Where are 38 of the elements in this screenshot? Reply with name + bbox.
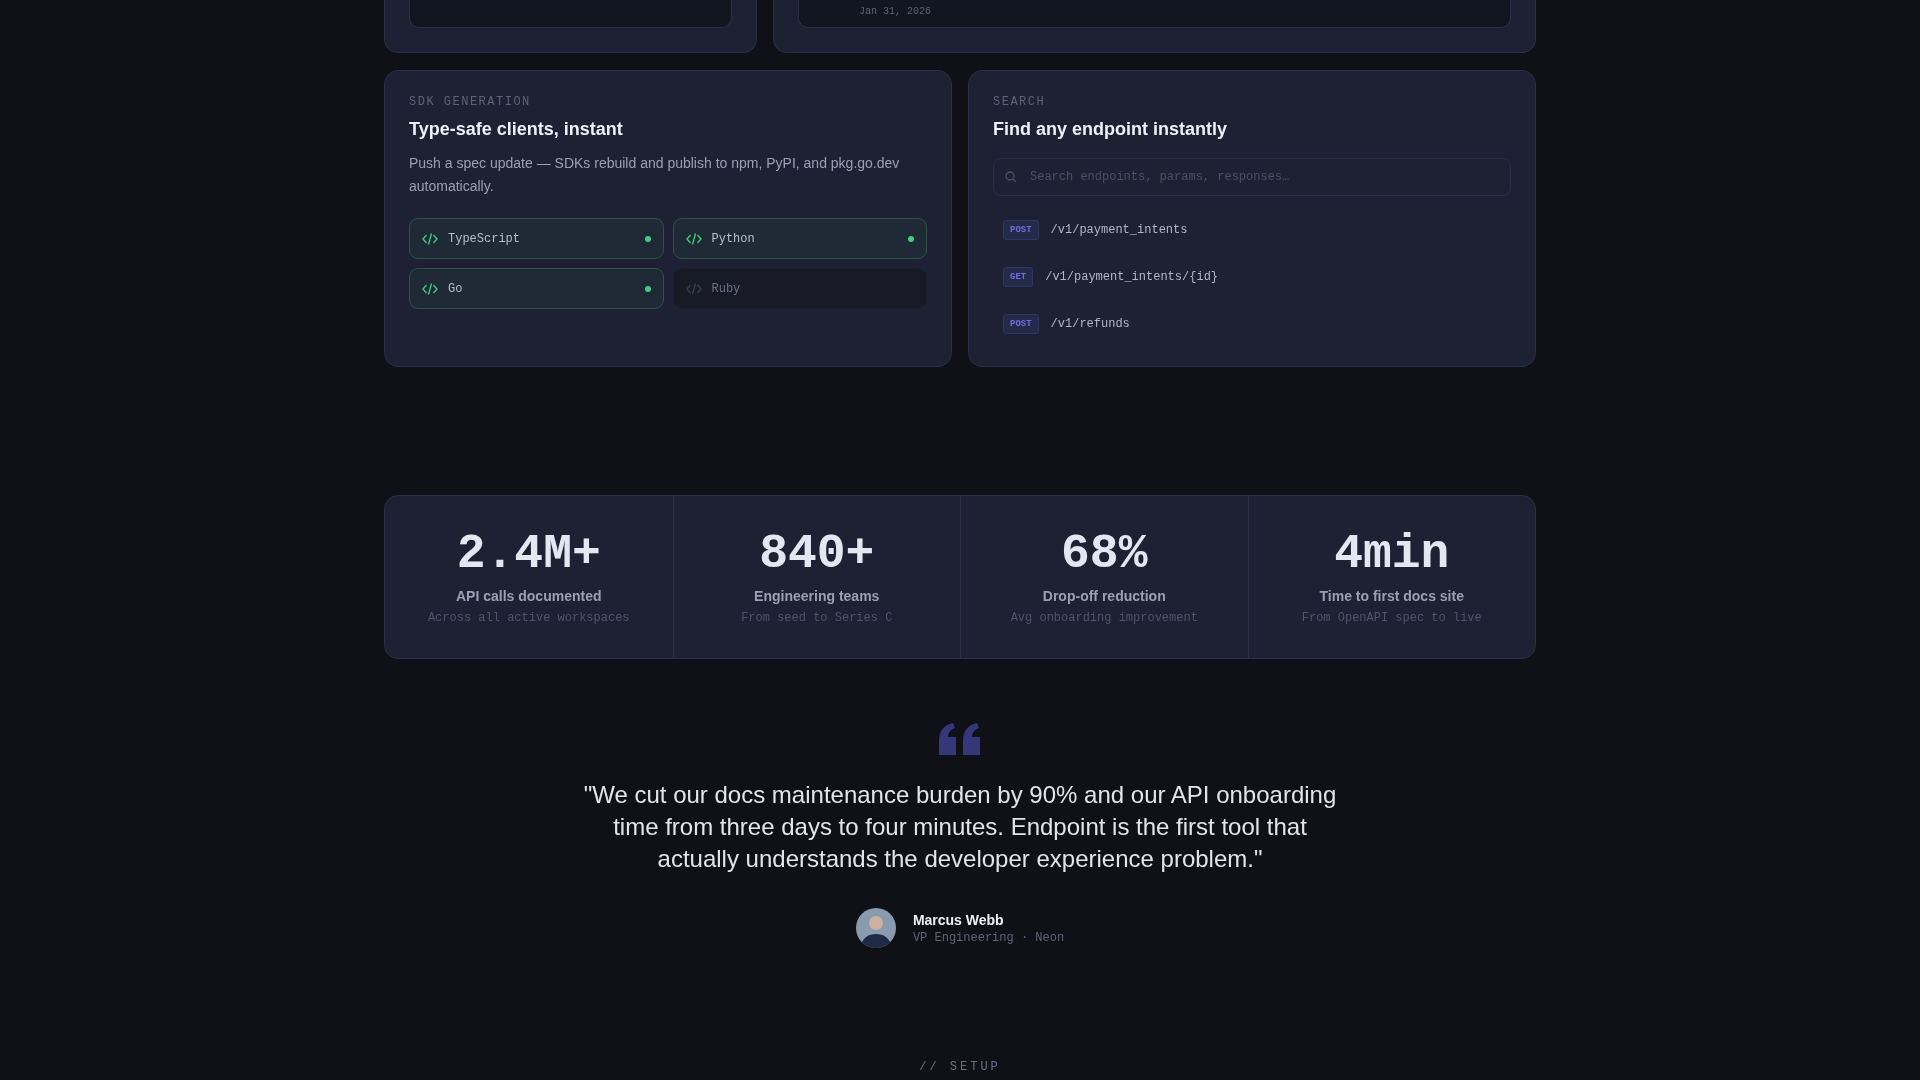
stat-value: 68% <box>1061 527 1148 581</box>
card-title: Find any endpoint instantly <box>993 119 1228 140</box>
stat-label: Engineering teams <box>754 588 880 604</box>
stat-label: Time to first docs site <box>1319 588 1464 604</box>
endpoint-path[interactable]: /v1/refunds <box>1050 317 1130 331</box>
code-icon <box>422 281 438 296</box>
code-icon <box>685 281 702 296</box>
method-badge: POST <box>1003 314 1039 334</box>
date-text: Jan 31, 2026 <box>859 6 931 17</box>
method-badge: GET <box>1003 267 1034 287</box>
author-name: Marcus Webb <box>912 911 1005 928</box>
status-dot <box>644 285 651 292</box>
language-chip[interactable]: Python <box>672 218 927 259</box>
stat-value: 2.4M+ <box>456 527 601 581</box>
card-eyebrow: SDK GENERATION <box>409 95 532 109</box>
testimonial-quote: "We cut our docs maintenance burden by 90% and our API onboarding time from three days to four minutes. Endpoint is the first tool that actually understands the developer experience problem." <box>582 780 1338 874</box>
code-icon <box>685 231 702 246</box>
quote-icon <box>939 723 981 755</box>
stat-label: API calls documented <box>456 588 602 604</box>
endpoint-path[interactable]: /v1/payment_intents/{id} <box>1045 270 1219 284</box>
author-role: VP Engineering · Neon <box>912 930 1065 945</box>
status-dot <box>644 235 651 242</box>
avatar <box>855 908 896 948</box>
status-dot <box>908 235 914 242</box>
code-icon <box>422 231 438 246</box>
section-eyebrow: // SETUP <box>918 1060 1002 1074</box>
search-icon <box>1005 171 1017 183</box>
card-eyebrow: SEARCH <box>993 95 1047 109</box>
stat-label: Drop-off reduction <box>1042 588 1166 604</box>
card-title: Type-safe clients, instant <box>409 119 624 140</box>
language-chip[interactable]: Go <box>409 268 664 309</box>
method-badge: POST <box>1003 220 1039 240</box>
stat-value: 4min <box>1334 527 1450 581</box>
language-chip[interactable]: Ruby <box>672 268 927 309</box>
endpoint-path[interactable]: /v1/payment_intents <box>1050 223 1188 237</box>
language-chip[interactable]: TypeScript <box>409 218 664 259</box>
stat-value: 840+ <box>759 527 875 581</box>
card-description: Push a spec update — SDKs rebuild and publish to npm, PyPI, and pkg.go.dev automatically. <box>409 154 901 196</box>
